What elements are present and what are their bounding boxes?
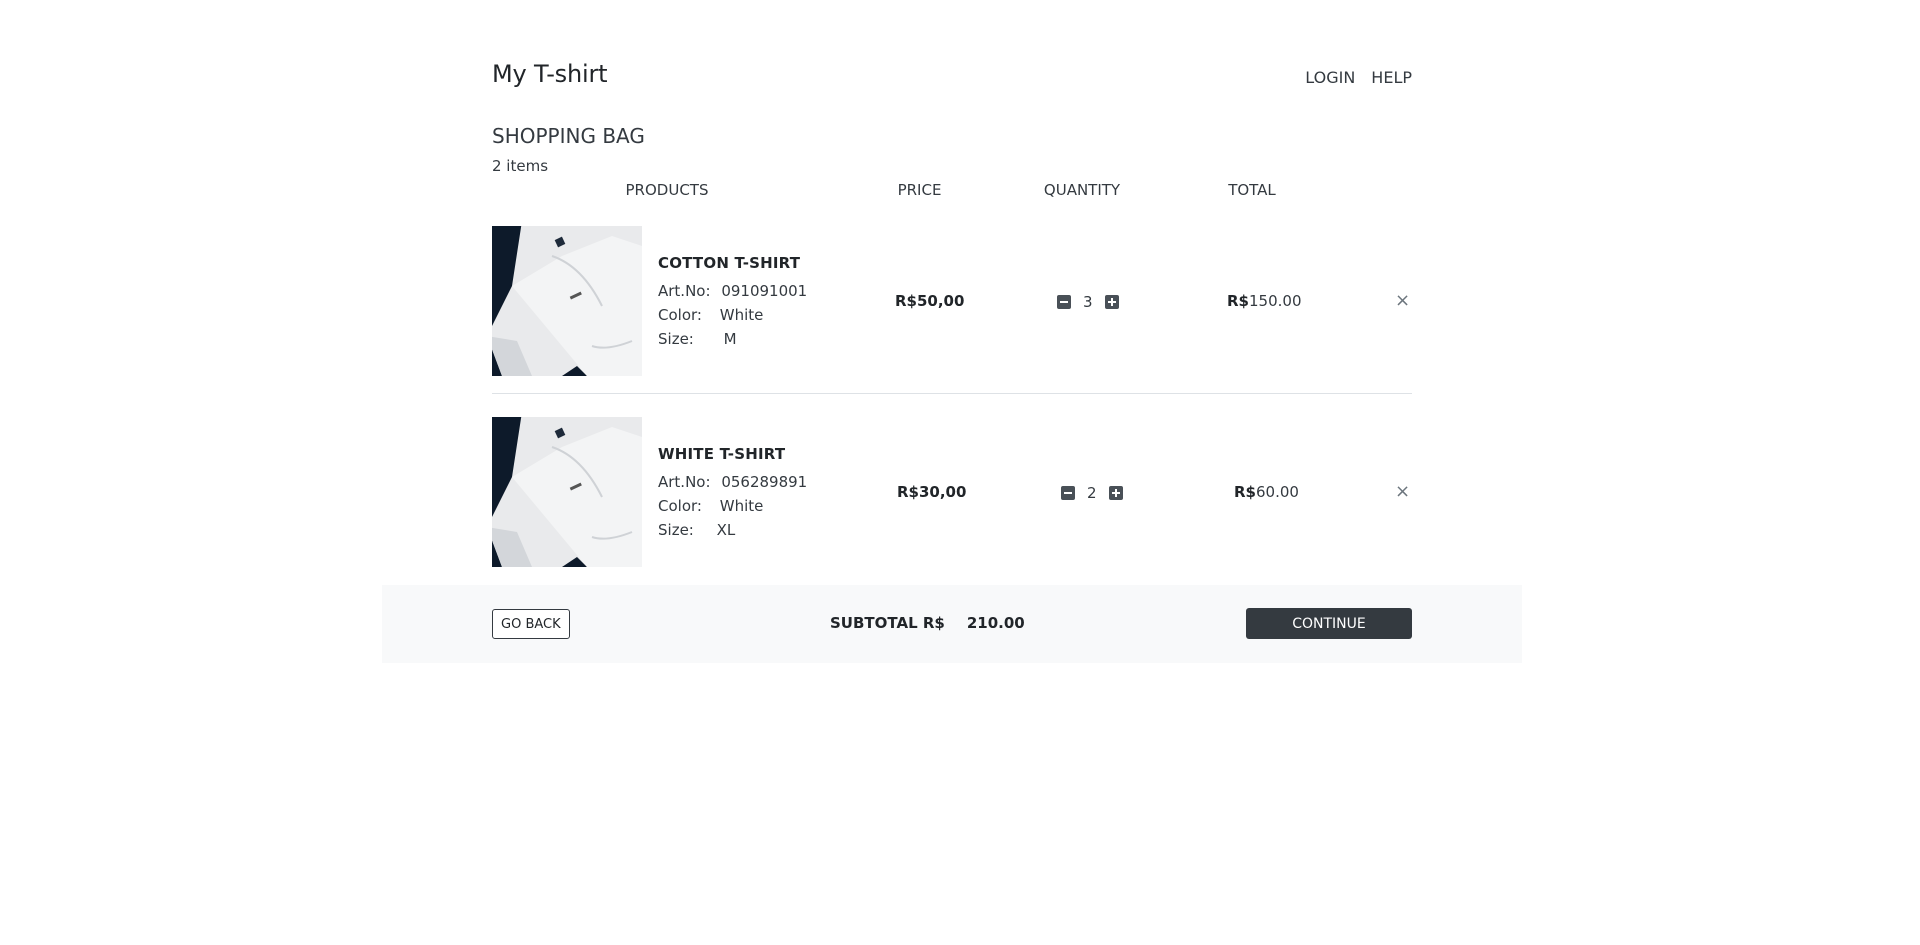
subtotal-label: SUBTOTAL R$ bbox=[830, 614, 945, 632]
color-label: Color: bbox=[658, 497, 702, 515]
column-header-price: PRICE bbox=[897, 181, 942, 199]
row-divider bbox=[492, 393, 1412, 394]
column-header-products: PRODUCTS bbox=[625, 181, 709, 199]
product-name[interactable]: WHITE T-SHIRT bbox=[658, 445, 785, 463]
go-back-button[interactable]: GO BACK bbox=[492, 609, 570, 639]
art-no-label: Art.No: bbox=[658, 473, 711, 491]
quantity-value: 2 bbox=[1087, 484, 1097, 502]
column-header-total: TOTAL bbox=[1228, 181, 1276, 199]
product-color: Color: White bbox=[658, 306, 763, 324]
minus-square-icon[interactable] bbox=[1057, 295, 1071, 309]
quantity-stepper: 2 bbox=[1061, 484, 1123, 502]
product-image bbox=[492, 417, 642, 567]
item-count: 2 items bbox=[492, 157, 549, 175]
close-icon[interactable]: × bbox=[1395, 483, 1410, 501]
unit-price: R$30,00 bbox=[897, 483, 967, 501]
unit-price: R$50,00 bbox=[895, 292, 965, 310]
subtotal-value: 210.00 bbox=[966, 614, 1025, 632]
color-value: White bbox=[719, 497, 764, 515]
login-link[interactable]: LOGIN bbox=[1305, 68, 1355, 87]
column-header-quantity: QUANTITY bbox=[1043, 181, 1121, 199]
product-art-no: Art.No: 091091001 bbox=[658, 282, 807, 300]
quantity-value: 3 bbox=[1083, 293, 1093, 311]
minus-square-icon[interactable] bbox=[1061, 486, 1075, 500]
size-value: XL bbox=[716, 521, 736, 539]
line-total-value: 150.00 bbox=[1249, 292, 1302, 310]
product-size: Size: XL bbox=[658, 521, 735, 539]
size-label: Size: bbox=[658, 521, 694, 539]
plus-square-icon[interactable] bbox=[1104, 295, 1119, 309]
checkout-footer: GO BACK SUBTOTAL R$ 210.00 CONTINUE bbox=[382, 585, 1522, 663]
quantity-stepper: 3 bbox=[1057, 293, 1119, 311]
art-no-label: Art.No: bbox=[658, 282, 711, 300]
continue-button[interactable]: CONTINUE bbox=[1246, 608, 1412, 639]
product-name[interactable]: COTTON T-SHIRT bbox=[658, 254, 800, 272]
product-image bbox=[492, 226, 642, 376]
line-total: R$60.00 bbox=[1234, 483, 1299, 501]
line-total-value: 60.00 bbox=[1256, 483, 1299, 501]
product-color: Color: White bbox=[658, 497, 763, 515]
cart-item-row: WHITE T-SHIRT Art.No: 056289891 Color: W… bbox=[492, 417, 1412, 569]
color-label: Color: bbox=[658, 306, 702, 324]
art-no-value: 056289891 bbox=[721, 473, 808, 491]
product-art-no: Art.No: 056289891 bbox=[658, 473, 807, 491]
size-value: M bbox=[723, 330, 737, 348]
line-total-currency: R$ bbox=[1227, 292, 1249, 310]
brand-logo[interactable]: My T-shirt bbox=[492, 60, 608, 88]
color-value: White bbox=[719, 306, 764, 324]
page-title: SHOPPING BAG bbox=[492, 124, 645, 148]
art-no-value: 091091001 bbox=[721, 282, 808, 300]
size-label: Size: bbox=[658, 330, 694, 348]
product-size: Size: M bbox=[658, 330, 737, 348]
top-nav: LOGIN HELP bbox=[1305, 68, 1412, 87]
plus-square-icon[interactable] bbox=[1108, 486, 1123, 500]
cart-item-row: COTTON T-SHIRT Art.No: 091091001 Color: … bbox=[492, 226, 1412, 378]
line-total-currency: R$ bbox=[1234, 483, 1256, 501]
subtotal: SUBTOTAL R$ 210.00 bbox=[830, 614, 1025, 632]
help-link[interactable]: HELP bbox=[1371, 68, 1412, 87]
close-icon[interactable]: × bbox=[1395, 292, 1410, 310]
line-total: R$150.00 bbox=[1227, 292, 1302, 310]
